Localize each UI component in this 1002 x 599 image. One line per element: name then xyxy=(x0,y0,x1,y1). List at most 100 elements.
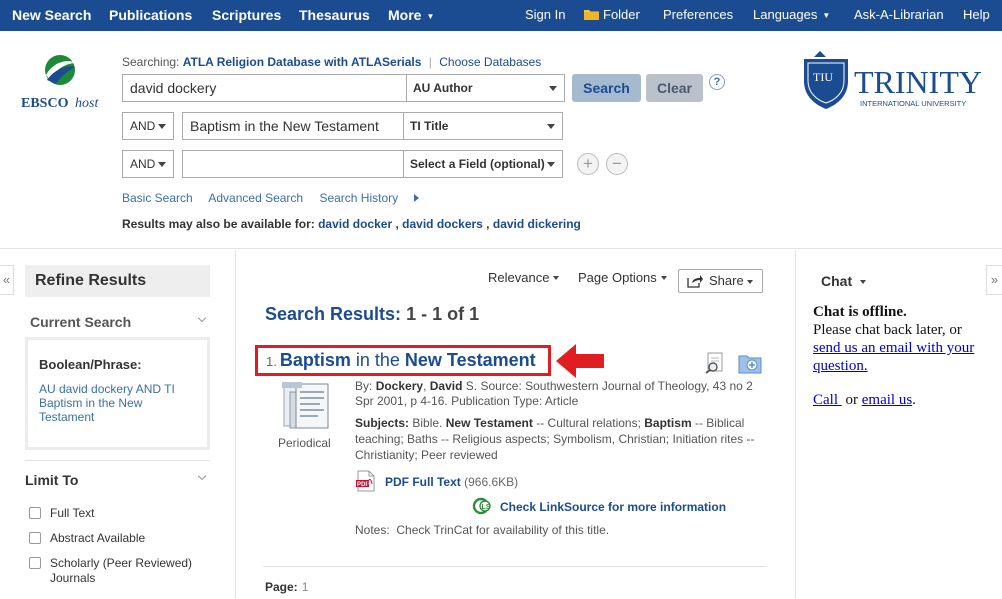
full-text-checkbox[interactable] xyxy=(29,507,41,519)
also-label: Results may also be available for: xyxy=(122,217,315,231)
add-to-folder-icon[interactable] xyxy=(738,352,762,374)
field-select-1[interactable]: AU Author xyxy=(406,74,565,102)
chevron-down-icon xyxy=(860,280,867,284)
database-link[interactable]: ATLA Religion Database with ATLASerials xyxy=(183,55,422,69)
divider xyxy=(263,566,767,567)
title-highlight: Baptism xyxy=(279,350,351,370)
subject-highlight[interactable]: Baptism xyxy=(644,416,691,430)
periodical-icon xyxy=(282,382,329,429)
bool-select-3-value: AND xyxy=(130,157,156,171)
chat-message: Please chat back later, or xyxy=(813,322,962,338)
nav-sign-in[interactable]: Sign In xyxy=(525,0,565,31)
choose-databases-link[interactable]: Choose Databases xyxy=(439,55,541,69)
bool-select-2[interactable]: AND xyxy=(122,112,174,140)
call-link[interactable]: Call xyxy=(813,392,842,408)
pdf-label: PDF Full Text xyxy=(385,475,461,489)
scholarly-checkbox[interactable] xyxy=(29,557,41,569)
nav-folder[interactable]: Folder xyxy=(584,0,640,31)
current-search-heading[interactable]: Current Search xyxy=(30,314,131,330)
ebsco-logo[interactable]: EBSCO host xyxy=(20,53,106,113)
chevron-down-icon[interactable] xyxy=(197,313,207,323)
nav-scriptures[interactable]: Scriptures xyxy=(212,0,281,31)
full-text-label: Full Text xyxy=(50,506,95,520)
bool-select-3[interactable]: AND xyxy=(122,150,174,178)
author-link[interactable]: Dockery xyxy=(376,379,423,393)
sort-select[interactable]: Relevance xyxy=(488,270,560,285)
nav-ask-librarian[interactable]: Ask-A-Librarian xyxy=(854,0,944,31)
limit-to-heading[interactable]: Limit To xyxy=(25,472,78,488)
search-term-1[interactable]: david dockery xyxy=(122,74,407,102)
email-us-link[interactable]: email us xyxy=(862,392,912,408)
collapse-left-icon[interactable]: « xyxy=(0,265,14,295)
page-options-select[interactable]: Page Options xyxy=(578,270,667,285)
chevron-down-icon xyxy=(547,162,555,167)
chevron-down-icon xyxy=(549,86,557,91)
result-title[interactable]: 1. Baptism in the New Testament xyxy=(266,350,536,371)
pdf-full-text-link[interactable]: PDF Full Text (966.6KB) xyxy=(385,475,518,489)
search-header: EBSCO host Searching: ATLA Religion Data… xyxy=(0,31,1002,249)
institution-logo[interactable]: TIU TRINITY INTERNATIONAL UNIVERSITY xyxy=(802,47,982,119)
nav-thesaurus[interactable]: Thesaurus xyxy=(299,0,370,31)
search-term-3[interactable] xyxy=(182,150,404,178)
chevron-down-icon xyxy=(158,124,166,129)
basic-search-link[interactable]: Basic Search xyxy=(122,191,193,205)
search-term-2[interactable]: Baptism in the New Testament xyxy=(182,112,404,140)
svg-text:host: host xyxy=(75,96,99,111)
preview-icon[interactable] xyxy=(704,352,726,374)
chevron-down-icon xyxy=(547,124,555,129)
nav-more[interactable]: More ▼ xyxy=(388,0,434,31)
chevron-down-icon[interactable] xyxy=(197,471,207,481)
field-select-2-value: TI Title xyxy=(410,119,449,133)
page-number[interactable]: 1 xyxy=(302,580,309,594)
share-button[interactable]: Share xyxy=(678,269,763,293)
current-search-box: Boolean/Phrase: AU david dockery AND TI … xyxy=(25,337,210,450)
search-history-link[interactable]: Search History xyxy=(319,191,432,205)
by-label: By: xyxy=(355,379,373,393)
clear-button[interactable]: Clear xyxy=(646,74,703,102)
subject-text[interactable]: -- Cultural relations; xyxy=(536,416,641,430)
results-heading-label: Search Results: xyxy=(265,304,402,324)
chevron-down-icon: ▼ xyxy=(426,12,435,21)
boolean-phrase-label: Boolean/Phrase: xyxy=(39,357,142,372)
divider xyxy=(25,460,210,461)
chat-offline: Chat is offline. xyxy=(813,304,907,320)
subject-highlight[interactable]: New Testament xyxy=(446,416,533,430)
nav-publications[interactable]: Publications xyxy=(109,0,192,31)
chat-toggle[interactable]: Chat xyxy=(821,273,867,289)
pdf-icon[interactable]: PDF xyxy=(355,470,377,492)
remove-row-icon[interactable]: − xyxy=(606,153,628,175)
author-sep: , xyxy=(423,379,430,393)
divider xyxy=(235,250,236,599)
author-link[interactable]: David xyxy=(430,379,463,393)
current-query-link[interactable]: AU david dockery AND TI Baptism in the N… xyxy=(39,382,197,424)
linksource-icon[interactable]: LS xyxy=(472,497,494,515)
collapse-right-icon[interactable]: » xyxy=(986,265,1002,295)
institution-sub: INTERNATIONAL UNIVERSITY xyxy=(860,99,966,108)
suggestion-link[interactable]: david dockers xyxy=(402,217,483,231)
svg-text:LS: LS xyxy=(482,504,491,511)
abstract-checkbox[interactable] xyxy=(29,532,41,544)
period: . xyxy=(912,392,916,408)
add-row-icon[interactable]: + xyxy=(577,153,599,175)
help-icon[interactable]: ? xyxy=(709,74,725,90)
nav-help[interactable]: Help xyxy=(963,0,990,31)
email-question-link[interactable]: send us an email with your question. xyxy=(813,340,974,374)
page-options-label: Page Options xyxy=(578,270,657,285)
advanced-search-link[interactable]: Advanced Search xyxy=(208,191,303,205)
suggestion-link[interactable]: david docker xyxy=(318,217,392,231)
field-select-2[interactable]: TI Title xyxy=(403,112,563,140)
search-button[interactable]: Search xyxy=(572,74,641,102)
abstract-label: Abstract Available xyxy=(50,531,146,545)
nav-preferences[interactable]: Preferences xyxy=(663,0,733,31)
nav-languages[interactable]: Languages ▼ xyxy=(753,0,830,31)
top-nav: New Search Publications Scriptures Thesa… xyxy=(0,0,1002,31)
chat-panel: Chat is offline. Please chat back later,… xyxy=(813,303,993,409)
refine-results-title: Refine Results xyxy=(25,265,210,297)
separator: | xyxy=(428,55,432,69)
chevron-down-icon xyxy=(747,280,753,284)
nav-new-search[interactable]: New Search xyxy=(12,0,91,31)
linksource-link[interactable]: Check LinkSource for more information xyxy=(500,500,726,514)
field-select-3[interactable]: Select a Field (optional) xyxy=(403,150,563,178)
subject-text[interactable]: Bible. xyxy=(412,416,442,430)
suggestion-link[interactable]: david dickering xyxy=(493,217,581,231)
